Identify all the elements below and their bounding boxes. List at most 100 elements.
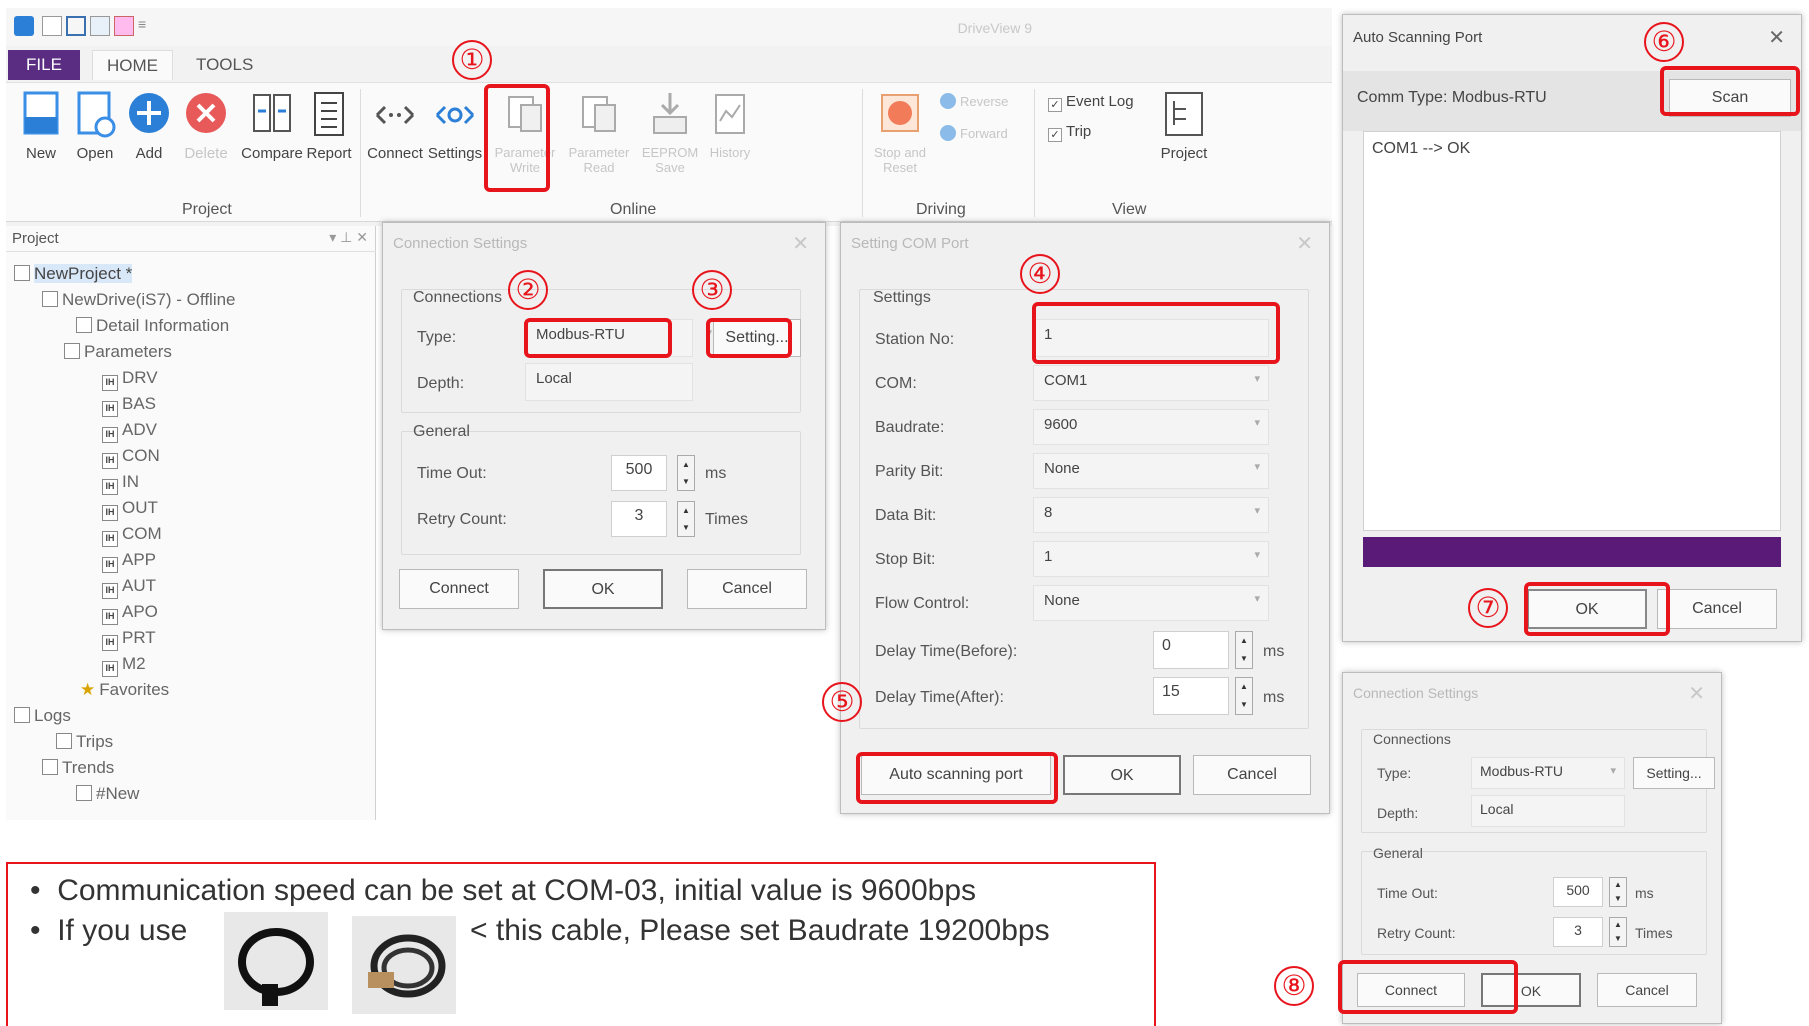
delay-before-input[interactable]: 0 [1153,631,1229,669]
close-icon[interactable]: ✕ [1296,231,1313,256]
ok-button[interactable]: OK [1481,973,1581,1007]
event-log-toggle[interactable]: ✓ Event Log [1048,93,1158,112]
param-group-icon: IH [102,583,118,599]
pin-close-icon[interactable]: ▾ ⊥ ✕ [329,229,368,246]
connect-button[interactable]: Connect [364,91,426,162]
new-button[interactable]: New [18,91,64,162]
settings-button[interactable]: Settings [426,91,484,162]
cancel-button[interactable]: Cancel [1597,973,1697,1007]
timeout-input[interactable]: 500 [611,455,667,491]
delay-after-label: Delay Time(After): [875,689,1004,706]
parity-value: None [1044,460,1080,477]
open-icon[interactable] [90,16,110,36]
connect-button[interactable]: Connect [1357,973,1465,1007]
close-icon[interactable]: ✕ [1688,681,1705,706]
delete-button[interactable]: Delete [180,91,232,162]
delay-after-input[interactable]: 15 [1153,677,1229,715]
tree-item-bas[interactable]: IH BAS [102,392,156,417]
tab-file[interactable]: FILE [8,50,80,80]
tree-item-app[interactable]: IH APP [102,548,156,573]
tree-item-apo[interactable]: IH APO [102,600,158,625]
retry-input[interactable]: 3 [1553,917,1603,947]
tree-item-detail[interactable]: Detail Information [76,314,229,338]
forward-button[interactable]: Forward [940,125,1030,141]
auto-scanning-port-button[interactable]: Auto scanning port [861,755,1051,795]
history-button[interactable]: History [702,91,758,160]
ok-button[interactable]: OK [1063,755,1181,795]
add-icon [127,91,171,139]
tree-item-com[interactable]: IH COM [102,522,162,547]
data-bit-select[interactable]: 8 ▾ [1033,497,1269,533]
ok-button[interactable]: OK [1527,589,1647,629]
ok-button[interactable]: OK [543,569,663,609]
timeout-stepper[interactable]: ▲ ▼ [1609,877,1627,907]
timeout-stepper[interactable]: ▲ ▼ [677,455,695,491]
type-select[interactable]: Modbus-RTU ▾ [525,319,712,357]
tree-item-prt[interactable]: IH PRT [102,626,156,651]
com-label: COM: [875,375,917,392]
close-icon[interactable]: ✕ [792,231,809,256]
tree-item-adv[interactable]: IH ADV [102,418,157,443]
delete-icon [184,91,228,139]
new-label: New [25,145,56,162]
stop-bit-select[interactable]: 1 ▾ [1033,541,1269,577]
note-text-1: Communication speed can be set at COM-03… [57,874,977,907]
tree-item-drive[interactable]: NewDrive(iS7) - Offline [42,288,236,312]
tree-item-in[interactable]: IH IN [102,470,139,495]
tree-item-logs[interactable]: Logs [14,704,71,728]
delay-before-unit: ms [1263,643,1285,660]
tree-item-drv[interactable]: IH DRV [102,366,158,391]
customize-icon[interactable]: ≡ [138,16,146,32]
parameter-read-button[interactable]: Parameter Read [564,91,634,175]
new-icon [19,91,63,139]
export-icon[interactable] [114,16,134,36]
tab-home[interactable]: HOME [92,50,173,80]
tree-item-newproject[interactable]: NewProject * [14,262,133,286]
save-icon[interactable] [66,16,86,36]
retry-input[interactable]: 3 [611,501,667,537]
reverse-button[interactable]: Reverse [940,93,1030,109]
type-value: Modbus-RTU [536,326,625,343]
cancel-button[interactable]: Cancel [687,569,807,609]
add-button[interactable]: Add [126,91,172,162]
delay-after-stepper[interactable]: ▲ ▼ [1235,677,1253,715]
tree-item-con[interactable]: IH CON [102,444,160,469]
tree-item-favorites[interactable]: ★ Favorites [80,678,169,702]
general-label: General [1373,845,1423,861]
tree-item-trips[interactable]: Trips [56,730,113,754]
flow-control-label: Flow Control: [875,595,970,612]
baudrate-select[interactable]: 9600 ▾ [1033,409,1269,445]
setting-button[interactable]: Setting... [1633,757,1715,789]
report-button[interactable]: Report [304,91,354,162]
stop-and-reset-button[interactable]: Stop and Reset [862,91,938,175]
trip-toggle[interactable]: ✓ Trip [1048,123,1158,142]
tree-item-trends[interactable]: Trends [42,756,114,780]
tab-tools[interactable]: TOOLS [182,50,267,80]
new-file-icon[interactable] [42,16,62,36]
scan-button[interactable]: Scan [1669,79,1791,117]
timeout-input[interactable]: 500 [1553,877,1603,907]
setting-button[interactable]: Setting... [713,319,801,357]
tree-item-out[interactable]: IH OUT [102,496,158,521]
close-icon[interactable]: ✕ [1768,25,1785,50]
delay-before-stepper[interactable]: ▲ ▼ [1235,631,1253,669]
tree-item-aut[interactable]: IH AUT [102,574,156,599]
eeprom-save-button[interactable]: EEPROM Save [638,91,702,175]
com-select[interactable]: COM1 ▾ [1033,365,1269,401]
parameter-write-button[interactable]: Parameter Write [490,91,560,175]
cancel-button[interactable]: Cancel [1193,755,1311,795]
type-select[interactable]: Modbus-RTU ▾ [1471,757,1625,789]
connect-button[interactable]: Connect [399,569,519,609]
retry-stepper[interactable]: ▲ ▼ [1609,917,1627,947]
parity-select[interactable]: None ▾ [1033,453,1269,489]
cancel-button[interactable]: Cancel [1657,589,1777,629]
tree-item-m2[interactable]: IH M2 [102,652,146,677]
tree-item-new[interactable]: #New [76,782,139,806]
project-view-button[interactable]: Project [1156,91,1212,162]
station-input[interactable]: 1 [1033,319,1269,357]
open-button[interactable]: Open [72,91,118,162]
compare-button[interactable]: Compare [238,91,306,162]
flow-control-select[interactable]: None ▾ [1033,585,1269,621]
tree-item-parameters[interactable]: Parameters [64,340,172,364]
retry-stepper[interactable]: ▲ ▼ [677,501,695,537]
